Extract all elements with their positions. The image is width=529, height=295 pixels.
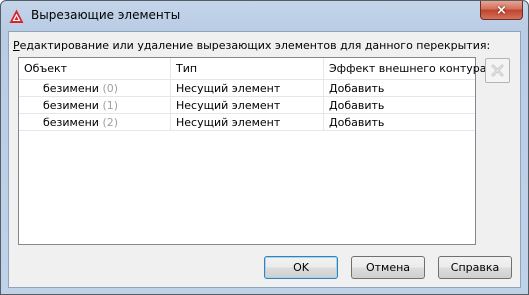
dialog-window: Вырезающие элементы × Редактирование или… — [0, 0, 529, 295]
cancel-button[interactable]: Отмена — [351, 256, 425, 279]
delete-button[interactable] — [485, 58, 510, 83]
cell-type: Несущий элемент — [171, 80, 324, 97]
cell-type: Несущий элемент — [171, 97, 324, 114]
help-button[interactable]: Справка — [438, 256, 512, 279]
cell-object: безимени (1) — [19, 97, 171, 114]
cut-elements-table[interactable]: Объект Тип Эффект внешнего контура безим… — [18, 57, 487, 245]
instruction-text: едактирование или удаление вырезающих эл… — [19, 39, 491, 52]
cell-object: безимени (2) — [19, 114, 171, 131]
column-header-type[interactable]: Тип — [171, 58, 324, 80]
window-title: Вырезающие элементы — [31, 8, 181, 22]
object-name: безимени — [43, 99, 99, 112]
title-bar[interactable]: Вырезающие элементы × — [1, 1, 528, 31]
column-header-effect[interactable]: Эффект внешнего контура — [324, 58, 487, 80]
cell-effect[interactable]: Добавить — [324, 80, 475, 97]
column-header-object[interactable]: Объект — [19, 58, 171, 80]
table-row[interactable]: безимени (2) Несущий элемент Добавить — [19, 114, 475, 131]
close-button[interactable]: × — [480, 1, 523, 20]
object-index: (1) — [102, 99, 119, 112]
delete-x-icon — [491, 64, 504, 77]
cell-effect[interactable]: Добавить — [324, 97, 475, 114]
instruction-label: Редактирование или удаление вырезающих э… — [13, 39, 490, 52]
cell-effect[interactable]: Добавить — [324, 114, 475, 131]
object-index: (2) — [102, 116, 119, 129]
ok-button[interactable]: OK — [264, 256, 338, 279]
close-icon: × — [496, 2, 507, 18]
cell-object: безимени (0) — [19, 80, 171, 97]
object-name: безимени — [43, 116, 99, 129]
object-name: безимени — [43, 82, 99, 95]
object-index: (0) — [102, 82, 119, 95]
cell-type: Несущий элемент — [171, 114, 324, 131]
autocad-icon — [9, 9, 24, 23]
table-row[interactable]: безимени (0) Несущий элемент Добавить — [19, 80, 475, 97]
table-row[interactable]: безимени (1) Несущий элемент Добавить — [19, 97, 475, 114]
dialog-content: Редактирование или удаление вырезающих э… — [8, 31, 521, 288]
table-header: Объект Тип Эффект внешнего контура — [19, 58, 487, 80]
instruction-mnemonic: Р — [13, 39, 20, 52]
